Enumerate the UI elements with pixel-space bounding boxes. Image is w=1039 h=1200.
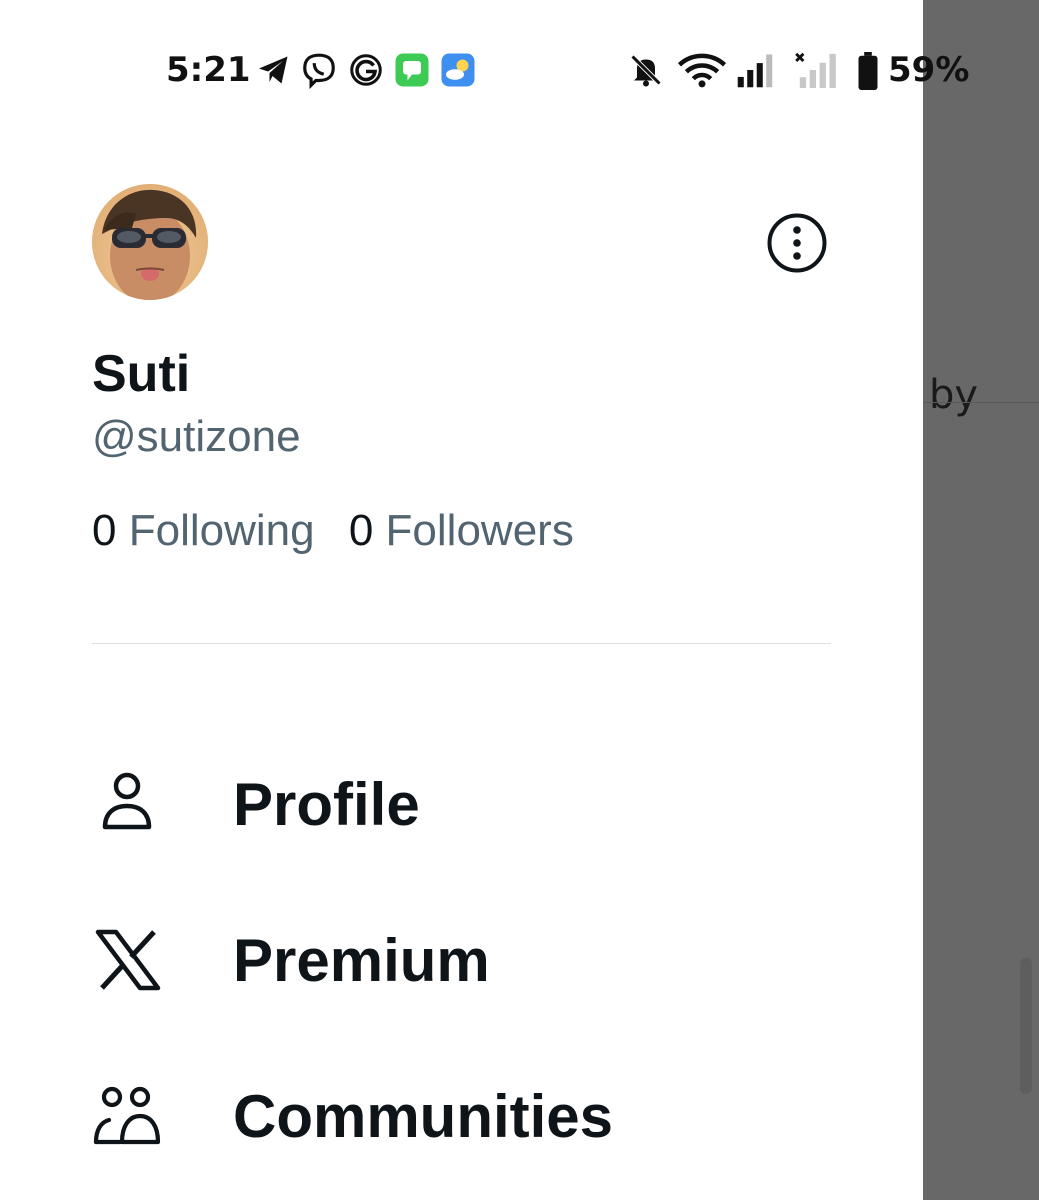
avatar[interactable]: [92, 184, 208, 300]
following-label: Following: [128, 506, 315, 555]
battery-percentage: 59%: [888, 50, 970, 90]
background-partial-text: by: [929, 372, 979, 418]
display-name[interactable]: Suti: [92, 344, 190, 404]
communities-icon: [92, 1078, 164, 1150]
background-scrollbar: [1020, 958, 1032, 1094]
follow-stats: 0 Following 0 Followers: [92, 506, 596, 556]
g-icon: [348, 52, 384, 92]
messages-icon: [394, 52, 430, 92]
signal-no-service-icon: [794, 52, 838, 92]
status-time: 5:21: [166, 50, 251, 90]
following-count: 0: [92, 506, 117, 555]
followers-count: 0: [348, 506, 374, 555]
more-options-icon: [767, 213, 827, 273]
bell-muted-icon: [628, 52, 664, 92]
more-options-button[interactable]: [766, 212, 828, 274]
background-divider: [923, 402, 1039, 403]
telegram-icon: [256, 52, 292, 92]
battery-icon: [856, 52, 880, 94]
nav-label-communities: Communities: [233, 1083, 614, 1150]
wifi-icon: [676, 52, 728, 92]
status-bar: 5:21 59%: [0, 40, 1039, 100]
followers-link[interactable]: 0 Followers: [349, 506, 574, 556]
weather-icon: [440, 52, 476, 92]
x-logo-icon: [92, 922, 164, 994]
nav-label-premium: Premium: [233, 927, 490, 994]
signal-icon: [736, 52, 774, 92]
following-link[interactable]: 0 Following: [92, 506, 315, 556]
viber-icon: [300, 52, 338, 94]
drawer-divider: [92, 643, 831, 644]
person-icon: [92, 766, 164, 838]
nav-item-premium[interactable]: Premium: [92, 908, 852, 1008]
dimmed-background-app[interactable]: by: [923, 0, 1039, 1200]
nav-item-communities[interactable]: Communities: [92, 1064, 852, 1164]
user-handle[interactable]: @sutizone: [92, 412, 301, 462]
nav-item-profile[interactable]: Profile: [92, 752, 852, 852]
followers-label: Followers: [385, 506, 574, 555]
nav-label-profile: Profile: [233, 771, 420, 838]
